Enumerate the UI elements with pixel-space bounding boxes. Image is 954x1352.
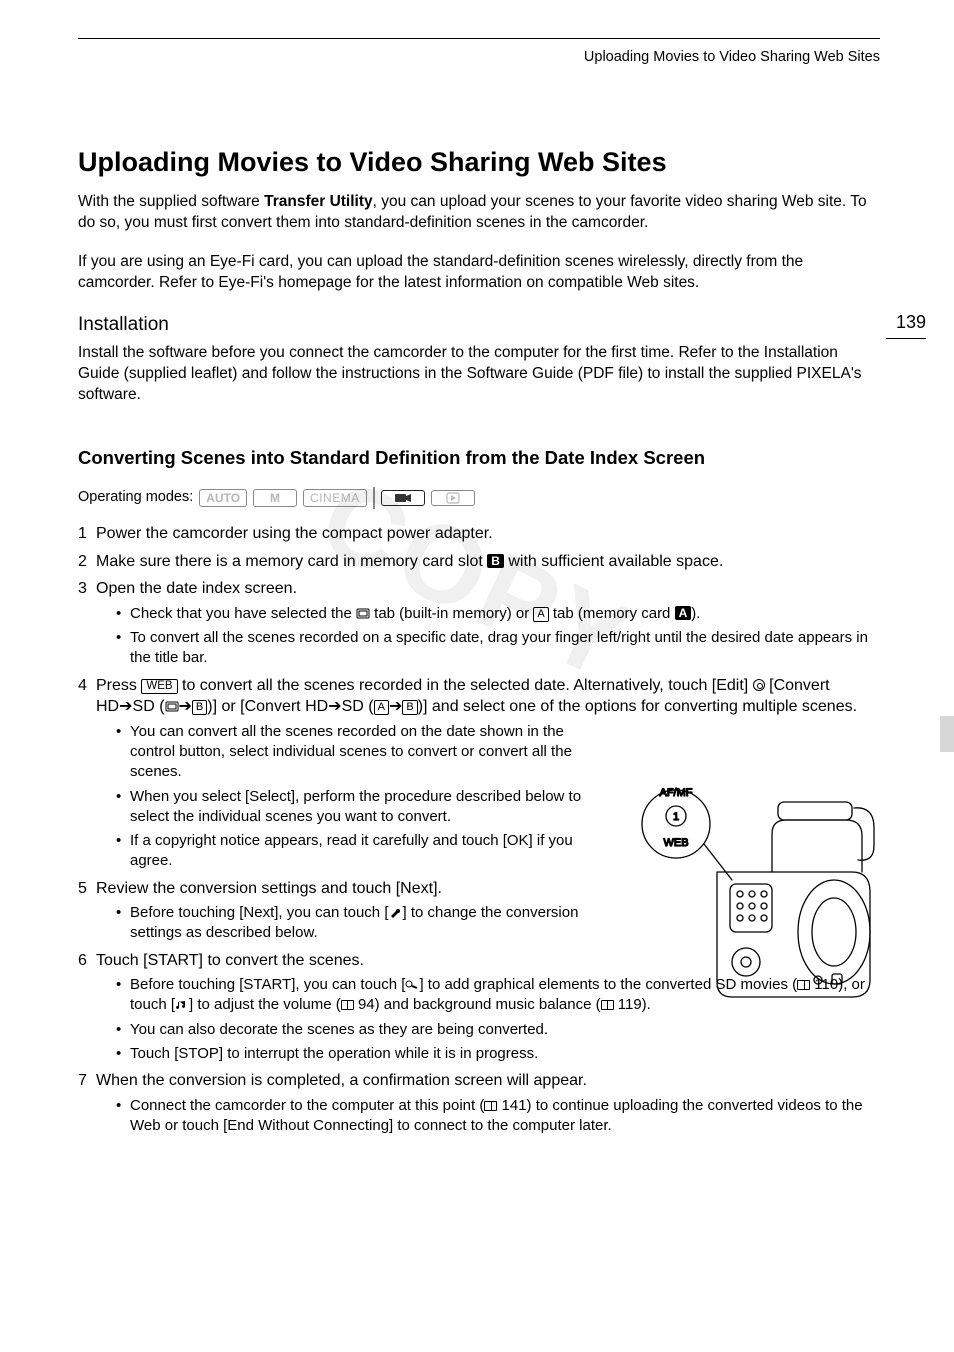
mode-auto: AUTO: [199, 489, 247, 507]
arrow-icon: ➔: [328, 698, 341, 715]
bullet-text: Before touching [Next], you can touch [: [130, 904, 389, 921]
wrench-icon: [389, 907, 403, 918]
builtin-memory-icon: [165, 701, 179, 712]
arrow-icon: ➔: [179, 698, 192, 715]
operating-modes-row: Operating modes: AUTO M CINEMA: [78, 487, 880, 509]
step-text: with sufficient available space.: [504, 553, 723, 570]
manual-ref-icon: [601, 1000, 614, 1010]
step-text: Open the date index screen.: [96, 580, 297, 597]
arrow-icon: ➔: [389, 698, 402, 715]
bullet-text: Before touching [START], you can touch [: [130, 976, 405, 993]
bullet: You can convert all the scenes recorded …: [116, 722, 600, 783]
mode-play-icon: [431, 490, 475, 506]
camcorder-illustration: AF/MF 1 WEB: [622, 772, 882, 1012]
mode-m: M: [253, 489, 297, 507]
step-1: Power the camcorder using the compact po…: [78, 523, 880, 545]
bullet-text: tab (built-in memory) or: [370, 605, 533, 622]
side-tab-marker: [940, 716, 954, 752]
svg-text:WEB: WEB: [663, 837, 688, 849]
tab-a-icon: A: [533, 607, 548, 622]
step-text: Review the conversion settings and touch…: [96, 880, 442, 897]
bullet-text: ).: [691, 605, 700, 622]
intro-paragraph-1: With the supplied software Transfer Util…: [78, 192, 880, 234]
bullet: Before touching [Next], you can touch []…: [116, 903, 600, 944]
software-name: Transfer Utility: [264, 193, 373, 210]
step-text: SD (: [133, 698, 165, 715]
bullet-text: tab (memory card: [549, 605, 675, 622]
slot-b-outline-icon: B: [402, 700, 417, 715]
bullet: If a copyright notice appears, read it c…: [116, 831, 600, 872]
intro-text: With the supplied software: [78, 193, 264, 210]
running-header: Uploading Movies to Video Sharing Web Si…: [78, 48, 880, 68]
step-2: Make sure there is a memory card in memo…: [78, 551, 880, 573]
page-title: Uploading Movies to Video Sharing Web Si…: [78, 144, 880, 180]
slot-b-outline-icon: B: [192, 700, 207, 715]
music-note-icon: [175, 999, 189, 1010]
web-button-icon: WEB: [141, 679, 177, 695]
modes-label: Operating modes:: [78, 488, 193, 508]
step-3: Open the date index screen. Check that y…: [78, 578, 880, 668]
svg-text:AF/MF: AF/MF: [660, 787, 693, 799]
bullet-text: Connect the camcorder to the computer at…: [130, 1097, 484, 1114]
memory-slot-b-icon: B: [487, 554, 504, 568]
step-text: When the conversion is completed, a conf…: [96, 1072, 587, 1089]
arrow-icon: ➔: [119, 698, 132, 715]
converting-heading: Converting Scenes into Standard Definiti…: [78, 446, 880, 471]
top-rule: [78, 38, 880, 48]
builtin-memory-tab-icon: [356, 608, 370, 619]
bullet: You can also decorate the scenes as they…: [116, 1020, 880, 1040]
step-text: Power the camcorder using the compact po…: [96, 525, 493, 542]
bullet-text: 94) and background music balance (: [354, 996, 601, 1013]
step-text: to convert all the scenes recorded in th…: [178, 677, 753, 694]
mode-camera-icon: [381, 490, 425, 506]
step-text: Press: [96, 677, 141, 694]
step-text: Make sure there is a memory card in memo…: [96, 553, 487, 570]
bullet: To convert all the scenes recorded on a …: [116, 628, 880, 669]
step-text: Touch [START] to convert the scenes.: [96, 952, 364, 969]
mode-divider: [373, 487, 375, 509]
slot-a-outline-icon: A: [374, 700, 389, 715]
bullet: Check that you have selected the tab (bu…: [116, 604, 880, 624]
mode-cinema: CINEMA: [303, 489, 367, 507]
bullet-text: ] to adjust the volume (: [189, 996, 341, 1013]
step-7: When the conversion is completed, a conf…: [78, 1070, 880, 1136]
bullet: Connect the camcorder to the computer at…: [116, 1096, 880, 1137]
bullet-text: Check that you have selected the: [130, 605, 356, 622]
bullet: Touch [STOP] to interrupt the operation …: [116, 1044, 880, 1064]
decoration-icon: [405, 979, 419, 990]
installation-body: Install the software before you connect …: [78, 343, 880, 406]
manual-ref-icon: [484, 1101, 497, 1111]
intro-paragraph-2: If you are using an Eye-Fi card, you can…: [78, 252, 880, 294]
step-text: SD (: [342, 698, 374, 715]
bullet: When you select [Select], perform the pr…: [116, 787, 600, 828]
step-text: )] or [Convert HD: [207, 698, 328, 715]
disc-icon: [753, 679, 765, 691]
installation-heading: Installation: [78, 312, 880, 338]
svg-text:1: 1: [673, 811, 679, 823]
page-number: 139: [886, 310, 926, 339]
manual-ref-icon: [341, 1000, 354, 1010]
memory-card-a-icon: A: [675, 606, 692, 620]
step-text: )] and select one of the options for con…: [418, 698, 857, 715]
